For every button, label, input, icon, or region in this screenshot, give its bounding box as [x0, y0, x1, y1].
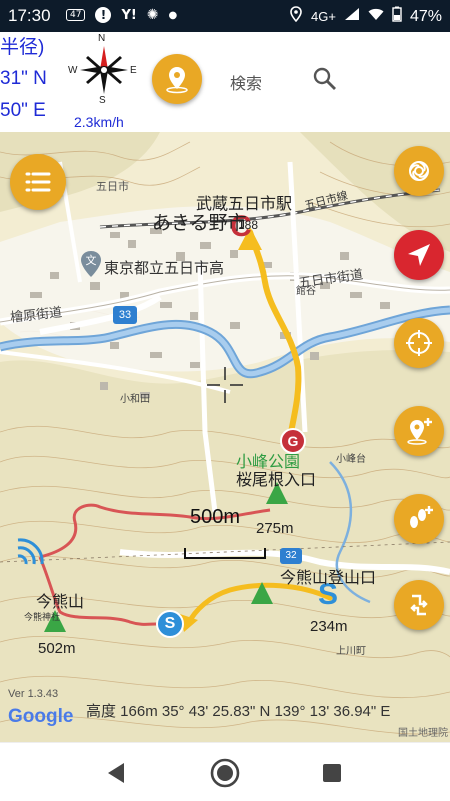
- speed-readout: 2.3km/h: [74, 114, 124, 130]
- status-time: 17:30: [8, 6, 51, 25]
- mountain-shrine-label: 今熊神社: [24, 612, 61, 622]
- mountain-elevation: 502m: [38, 640, 76, 657]
- back-button[interactable]: [102, 759, 130, 787]
- system-nav-bar: [0, 742, 450, 801]
- dot-icon: ●: [168, 9, 178, 21]
- start-label: S: [164, 615, 176, 632]
- compass-east: E: [130, 65, 137, 76]
- battery-icon: [392, 6, 402, 27]
- route-button[interactable]: [394, 580, 444, 630]
- school-name: 東京都立五日市高: [104, 260, 225, 277]
- place-pin-icon: 文: [81, 251, 101, 277]
- mountain-name: 今熊山: [36, 594, 85, 611]
- alert-icon: !: [95, 7, 112, 23]
- trail-entrance-name: 桜尾根入口: [236, 472, 317, 489]
- wifi-stream-icon[interactable]: [14, 536, 46, 572]
- menu-button[interactable]: [10, 154, 66, 210]
- add-pin-button[interactable]: [394, 406, 444, 456]
- road-32-badge: 32: [280, 548, 302, 564]
- search-icon: [313, 67, 336, 90]
- station-elevation: 188: [238, 218, 259, 232]
- status-right-icons: 4G+ 47%: [289, 6, 442, 27]
- road-33-badge: 33: [113, 306, 137, 324]
- scale-label: 500m: [190, 506, 241, 528]
- altitude-readout: 高度 166m 35° 43' 25.83" N 139° 13' 36.94"…: [86, 703, 391, 720]
- location-status-icon: [289, 6, 303, 27]
- longitude-readout: 50" E: [0, 100, 46, 121]
- add-pin-icon: [407, 418, 432, 445]
- loading-icon: ✺: [146, 7, 159, 23]
- itsukaichi-label: 五日市: [96, 181, 129, 193]
- map-header: 半径) 31" N 50" E N S E W 2.3km/h 検索: [0, 32, 450, 132]
- recents-button[interactable]: [320, 761, 344, 785]
- notification-badge: 47: [66, 9, 86, 21]
- route-start-marker[interactable]: S: [156, 610, 184, 638]
- footprints-icon: [410, 506, 433, 528]
- radius-label: 半径): [0, 37, 45, 58]
- center-location-button[interactable]: [394, 318, 444, 368]
- route-signpost-icon: [410, 594, 428, 616]
- navigation-arrow-icon: [408, 244, 430, 266]
- home-icon: [210, 758, 240, 788]
- search-button[interactable]: [312, 66, 340, 94]
- compass-west: W: [68, 65, 78, 76]
- location-button[interactable]: [152, 54, 202, 104]
- goal-label: G: [287, 433, 299, 449]
- status-bar: 17:30 47 ! Y! ✺ ● 4G+ 47%: [0, 0, 450, 32]
- kominedai-label: 小峰台: [336, 454, 366, 465]
- yotsuya-label: 館谷: [296, 286, 316, 297]
- wifi-icon: [368, 7, 384, 26]
- trailhead-name: 今熊山登山口: [280, 570, 377, 587]
- map-attribution: 国土地理院: [398, 728, 448, 739]
- trailhead-elevation: 234m: [310, 618, 348, 635]
- navigation-button[interactable]: [394, 230, 444, 280]
- topographic-map[interactable]: S S G C 文 武蔵五日市駅 あきる野市 188 東京都立五日市高 五日市 …: [0, 132, 450, 742]
- back-icon: [108, 763, 124, 783]
- city-name: あきる野市: [152, 213, 247, 234]
- kamikawa-label: 上川町: [336, 646, 366, 657]
- status-notification-icons: 47 ! Y! ✺ ●: [66, 7, 177, 23]
- location-pin-icon: [166, 67, 188, 94]
- home-button[interactable]: [209, 757, 241, 789]
- school-pin[interactable]: 文: [80, 250, 102, 278]
- compass-south: S: [99, 95, 106, 106]
- menu-icon: [25, 172, 51, 192]
- svg-text:文: 文: [86, 253, 97, 267]
- trail-elevation: 275m: [256, 520, 294, 537]
- compass-north: N: [98, 33, 106, 44]
- flower-settings-icon: [409, 161, 429, 181]
- search-label[interactable]: 検索: [230, 70, 262, 94]
- yahoo-icon: Y!: [121, 7, 137, 23]
- settings-button[interactable]: [394, 146, 444, 196]
- recents-icon: [323, 764, 341, 782]
- crosshair-icon: [406, 330, 432, 356]
- network-type: 4G+: [311, 9, 336, 24]
- latitude-readout: 31" N: [0, 68, 47, 89]
- kowada-label: 小和田: [120, 394, 150, 405]
- battery-level: 47%: [409, 7, 442, 25]
- google-logo: Google: [8, 706, 74, 727]
- signal-icon: [344, 7, 360, 26]
- app-version: Ver 1.3.43: [8, 688, 59, 700]
- compass[interactable]: N S E W: [68, 33, 137, 112]
- footprints-button[interactable]: [394, 494, 444, 544]
